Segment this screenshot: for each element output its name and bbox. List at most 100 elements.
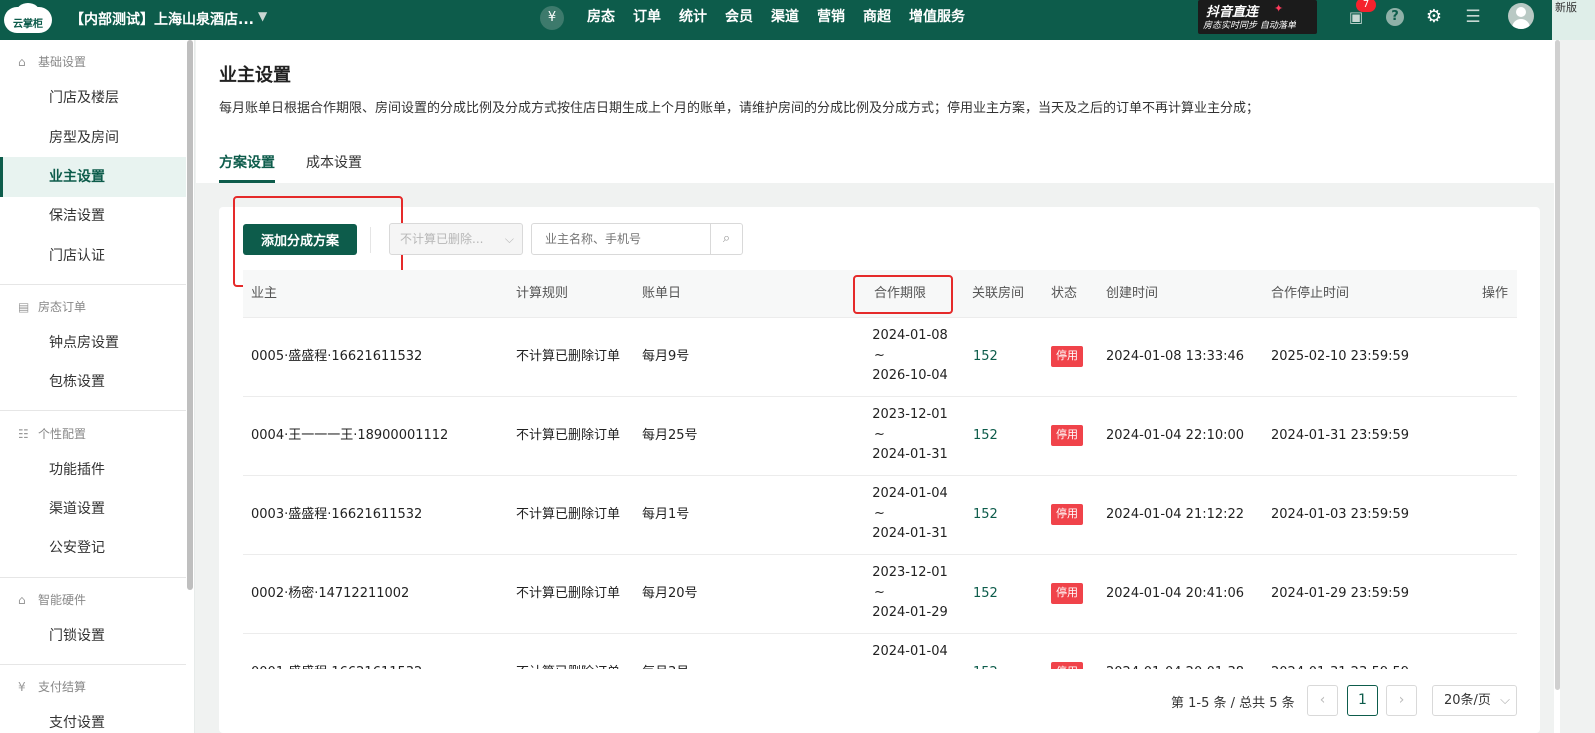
store-selector[interactable]: 【内部测试】上海山泉酒店... bbox=[70, 9, 254, 29]
chevron-down-icon[interactable]: ▼ bbox=[258, 9, 267, 23]
linked-rooms-link[interactable]: 152 bbox=[973, 397, 998, 475]
period-start: 2024-01-04 bbox=[872, 644, 948, 659]
owner-cell: 0004·王一一一王·18900001112 bbox=[251, 428, 449, 443]
sidebar-divider bbox=[0, 410, 186, 411]
tab-plan-settings[interactable]: 方案设置 bbox=[219, 152, 275, 172]
period-separator: ~ bbox=[864, 662, 956, 669]
new-version-label: 新版 bbox=[1555, 1, 1577, 14]
sidebar-item-channel-settings[interactable]: 渠道设置 bbox=[0, 489, 186, 529]
cooperation-period-cell: 2023-12-01 ~2024-01-29 bbox=[864, 555, 956, 633]
table-row[interactable]: 0002·杨密·14712211002 不计算已删除订单 每月20号 2023-… bbox=[243, 555, 1517, 634]
created-time-cell: 2024-01-08 13:33:46 bbox=[1106, 349, 1245, 364]
settings-stack-icon: ☷ bbox=[18, 427, 29, 441]
period-separator: ~ bbox=[874, 585, 885, 600]
stop-time-cell: 2024-01-31 23:59:59 bbox=[1271, 428, 1410, 443]
next-page-button[interactable]: › bbox=[1386, 685, 1417, 716]
column-header-created-time: 创建时间 bbox=[1106, 286, 1159, 301]
page-button-current[interactable]: 1 bbox=[1347, 685, 1378, 716]
sidebar-group-smart-hardware: ⌂ 智能硬件 bbox=[18, 591, 86, 608]
stop-time-cell: 2025-02-10 23:59:59 bbox=[1271, 349, 1410, 364]
bill-day-cell: 每月9号 bbox=[642, 349, 690, 364]
pagination: 第 1-5 条 / 总共 5 条 ‹ 1 › 20条/页 ⌵ bbox=[219, 685, 1540, 718]
sidebar-item-hourly-room[interactable]: 钟点房设置 bbox=[0, 323, 186, 363]
tab-cost-settings[interactable]: 成本设置 bbox=[306, 152, 362, 172]
linked-rooms-link[interactable]: 152 bbox=[973, 555, 998, 633]
table-row[interactable]: 0003·盛盛程·16621611532 不计算已删除订单 每月1号 2024-… bbox=[243, 476, 1517, 555]
period-end: 2024-01-29 bbox=[872, 605, 948, 620]
owner-cell: 0003·盛盛程·16621611532 bbox=[251, 507, 423, 522]
period-start: 2023-12-01 bbox=[872, 565, 948, 580]
linked-rooms-link[interactable]: 152 bbox=[973, 476, 998, 554]
nav-item-store-mart[interactable]: 商超 bbox=[854, 0, 900, 40]
linked-rooms-link[interactable]: 152 bbox=[973, 318, 998, 396]
period-start: 2024-01-04 bbox=[872, 486, 948, 501]
status-badge: 停用 bbox=[1051, 662, 1083, 669]
sidebar-item-police-registration[interactable]: 公安登记 bbox=[0, 528, 186, 568]
app-logo[interactable]: 云掌柜 bbox=[4, 3, 52, 33]
sidebar-scrollbar[interactable] bbox=[187, 40, 193, 590]
period-separator: ~ bbox=[874, 427, 885, 442]
bill-day-cell: 每月1号 bbox=[642, 507, 690, 522]
sidebar-item-whole-building[interactable]: 包栋设置 bbox=[0, 362, 186, 402]
stop-time-cell: 2024-01-03 23:59:59 bbox=[1271, 507, 1410, 522]
nav-item-statistics[interactable]: 统计 bbox=[670, 0, 716, 40]
yen-icon: ¥ bbox=[18, 680, 26, 694]
new-version-tab[interactable]: 新版 bbox=[1552, 0, 1595, 40]
gear-icon[interactable]: ⚙ bbox=[1423, 6, 1445, 28]
table-row[interactable]: 0005·盛盛程·16621611532 不计算已删除订单 每月9号 2024-… bbox=[243, 318, 1517, 397]
page-size-select[interactable]: 20条/页 ⌵ bbox=[1432, 685, 1517, 716]
column-header-owner: 业主 bbox=[251, 286, 278, 301]
sidebar-group-title: 支付结算 bbox=[38, 680, 87, 694]
sidebar-item-cleaning[interactable]: 保洁设置 bbox=[0, 196, 186, 236]
sidebar-item-plugins[interactable]: 功能插件 bbox=[0, 450, 186, 490]
yen-icon[interactable]: ¥ bbox=[540, 6, 564, 30]
column-header-status: 状态 bbox=[1051, 286, 1078, 301]
sidebar-group-title: 个性配置 bbox=[38, 427, 87, 441]
table-row[interactable]: 0001·盛盛程·16621611532 不计算已删除订单 每月3号 2024-… bbox=[243, 634, 1517, 669]
logo-text: 云掌柜 bbox=[13, 19, 43, 30]
sparkle-icon: ✦ bbox=[1274, 2, 1284, 15]
calc-rule-cell: 不计算已删除订单 bbox=[516, 586, 621, 601]
search-icon[interactable]: ⌕ bbox=[710, 224, 742, 254]
avatar[interactable] bbox=[1508, 3, 1534, 29]
prev-page-button[interactable]: ‹ bbox=[1307, 685, 1338, 716]
sidebar-divider bbox=[0, 577, 186, 578]
toolbar-divider bbox=[370, 227, 371, 253]
promo-subtitle: 房态实时同步 自动落单 bbox=[1203, 21, 1296, 31]
created-time-cell: 2024-01-04 20:01:38 bbox=[1106, 634, 1244, 669]
douyin-promo-banner[interactable]: 抖音直连 ✦ 房态实时同步 自动落单 bbox=[1198, 0, 1317, 34]
search-input[interactable] bbox=[533, 225, 709, 253]
plan-list-card: 添加分成方案 不计算已删除... ⌵ ⌕ 业主 计算规则 账单日 合作期限 关联… bbox=[219, 196, 1540, 733]
sidebar-group-title: 智能硬件 bbox=[38, 593, 87, 607]
nav-item-marketing[interactable]: 营销 bbox=[808, 0, 854, 40]
page-scrollbar-track bbox=[1554, 40, 1560, 733]
sidebar-item-door-lock[interactable]: 门锁设置 bbox=[0, 616, 186, 656]
cooperation-period-cell: 2024-01-04~2024-01-31 bbox=[864, 634, 956, 669]
nav-item-members[interactable]: 会员 bbox=[716, 0, 762, 40]
filter-value: 不计算已删除... bbox=[400, 232, 484, 246]
sidebar-group-basic: ⌂ 基础设置 bbox=[18, 53, 86, 70]
sidebar-item-stores-floors[interactable]: 门店及楼层 bbox=[0, 78, 186, 118]
column-header-linked-rooms: 关联房间 bbox=[972, 286, 1025, 301]
nav-item-room-status[interactable]: 房态 bbox=[578, 0, 624, 40]
help-icon[interactable]: ? bbox=[1386, 8, 1404, 26]
sidebar-item-store-certification[interactable]: 门店认证 bbox=[0, 236, 186, 276]
nav-item-value-added[interactable]: 增值服务 bbox=[900, 0, 974, 40]
calc-rule-filter-select[interactable]: 不计算已删除... ⌵ bbox=[389, 223, 523, 255]
sidebar-item-owner-settings[interactable]: 业主设置 bbox=[0, 157, 186, 197]
calc-rule-cell: 不计算已删除订单 bbox=[516, 507, 621, 522]
page-scrollbar[interactable] bbox=[1555, 40, 1560, 690]
column-header-stop-time: 合作停止时间 bbox=[1271, 286, 1350, 301]
home-icon: ⌂ bbox=[18, 593, 26, 607]
nav-item-channels[interactable]: 渠道 bbox=[762, 0, 808, 40]
nav-item-orders[interactable]: 订单 bbox=[624, 0, 670, 40]
table-row[interactable]: 0004·王一一一王·18900001112 不计算已删除订单 每月25号 20… bbox=[243, 397, 1517, 476]
status-badge: 停用 bbox=[1051, 346, 1083, 367]
chevron-down-icon: ⌵ bbox=[1500, 693, 1510, 708]
status-badge: 停用 bbox=[1051, 425, 1083, 446]
sidebar-item-payment-settings[interactable]: 支付设置 bbox=[0, 703, 186, 733]
menu-icon[interactable]: ☰ bbox=[1462, 6, 1484, 28]
owner-cell: 0001·盛盛程·16621611532 bbox=[251, 634, 422, 669]
sidebar-item-room-types[interactable]: 房型及房间 bbox=[0, 118, 186, 158]
linked-rooms-link[interactable]: 152 bbox=[973, 634, 998, 669]
